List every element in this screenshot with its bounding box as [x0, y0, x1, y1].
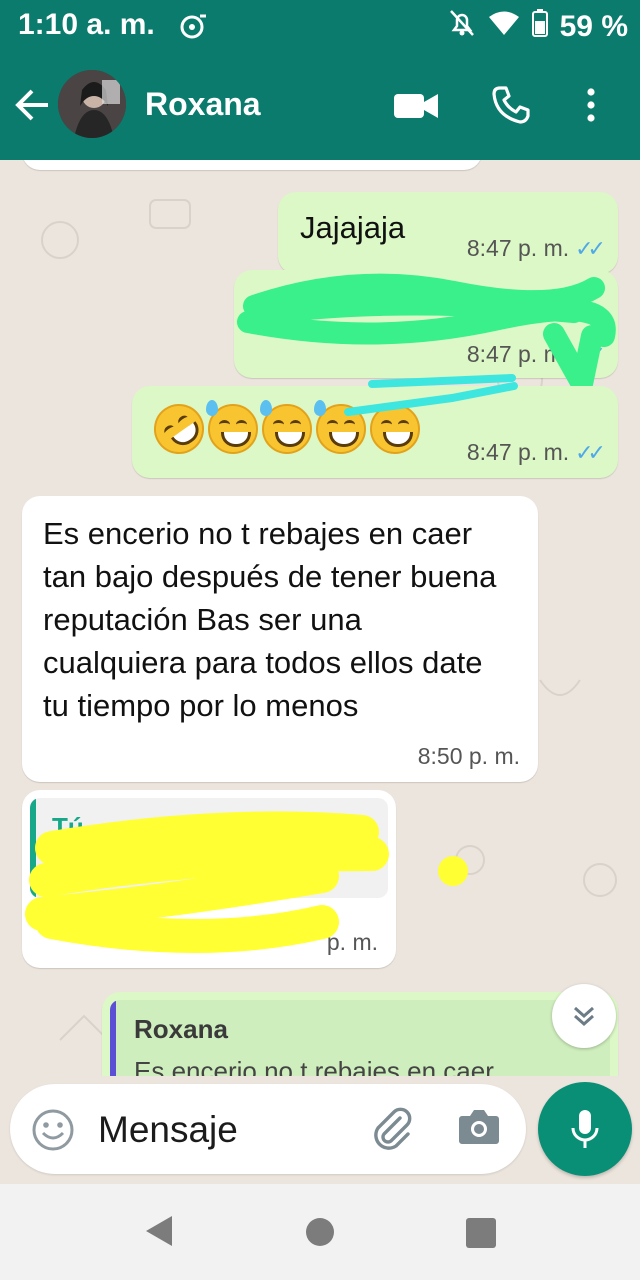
message-text: Jajajaja	[300, 210, 406, 245]
battery-icon	[531, 9, 548, 45]
wifi-icon	[488, 10, 520, 44]
camera-icon[interactable]	[458, 1108, 500, 1151]
reply-accent-bar	[110, 1000, 116, 1076]
message-bubble-incoming[interactable]: Tú p. m.	[22, 790, 396, 968]
sweat-smile-emoji	[206, 400, 258, 454]
message-meta: 8:47 p. m. ✓✓	[466, 235, 606, 262]
status-time: 1:10 a. m.	[18, 8, 155, 41]
message-meta: 8:50 p. m.	[418, 743, 520, 770]
message-input[interactable]	[96, 1104, 350, 1156]
nav-recents-icon[interactable]	[466, 1218, 496, 1248]
rofl-emoji	[144, 394, 214, 464]
system-navigation-bar	[0, 1184, 640, 1280]
nav-back-icon[interactable]	[144, 1214, 174, 1253]
previous-message-bubble[interactable]	[22, 160, 482, 170]
reply-author: Roxana	[134, 1014, 228, 1044]
message-meta: 8:47 p. m. ✓✓	[466, 439, 606, 466]
message-composer[interactable]	[10, 1084, 526, 1174]
more-options-icon[interactable]	[586, 88, 596, 127]
message-text: Es encerio no t rebajes en caer tan bajo…	[43, 516, 497, 723]
contact-name[interactable]: Roxana	[145, 86, 261, 123]
microphone-icon	[571, 1110, 599, 1148]
message-bubble-outgoing[interactable]: Jajajaja 8:47 p. m. ✓✓	[278, 192, 618, 274]
yellow-dot	[438, 856, 468, 886]
chat-area[interactable]: Jajajaja 8:47 p. m. ✓✓ 8:47 p. m. ✓✓ 8:4…	[0, 160, 640, 1076]
avatar[interactable]	[58, 70, 126, 138]
top-bar: 1:10 a. m. 59 % Roxana	[0, 0, 640, 160]
scroll-to-bottom-button[interactable]	[552, 984, 616, 1048]
message-bubble-outgoing[interactable]: 8:47 p. m. ✓✓	[234, 270, 618, 396]
back-arrow-icon[interactable]	[14, 88, 50, 127]
message-time: 8:47 p. m.	[466, 235, 570, 261]
read-ticks-icon: ✓✓	[575, 439, 606, 465]
read-ticks-icon: ✓✓	[575, 235, 606, 261]
mute-notifications-icon	[448, 8, 476, 46]
battery-percent: 59 %	[559, 10, 628, 43]
reply-preview-text: Es encerio no t rebajes en caer	[134, 1056, 494, 1076]
voice-call-icon[interactable]	[492, 86, 530, 129]
sweat-smile-emoji	[260, 400, 312, 454]
video-call-icon[interactable]	[394, 92, 438, 125]
media-playing-icon	[178, 12, 208, 47]
status-icons: 59 %	[448, 8, 628, 46]
quoted-reply[interactable]: Roxana Es encerio no t rebajes en caer	[110, 1000, 610, 1076]
chat-header[interactable]: Roxana	[0, 62, 640, 160]
double-chevron-down-icon	[574, 1006, 594, 1027]
emoji-icon[interactable]	[32, 1109, 74, 1156]
redaction-scribble-cyan	[344, 374, 518, 416]
message-bubble-outgoing[interactable]: Roxana Es encerio no t rebajes en caer	[102, 992, 618, 1076]
message-time: 8:50 p. m.	[417, 743, 520, 769]
redaction-scribble-yellow	[25, 811, 389, 953]
message-bubble-incoming[interactable]: Es encerio no t rebajes en caer tan bajo…	[22, 496, 538, 782]
message-time: 8:47 p. m.	[466, 439, 570, 465]
message-bubble-outgoing[interactable]: 8:47 p. m. ✓✓	[132, 374, 618, 478]
nav-home-icon[interactable]	[306, 1218, 334, 1246]
attach-icon[interactable]	[370, 1106, 414, 1155]
voice-message-button[interactable]	[538, 1082, 632, 1176]
